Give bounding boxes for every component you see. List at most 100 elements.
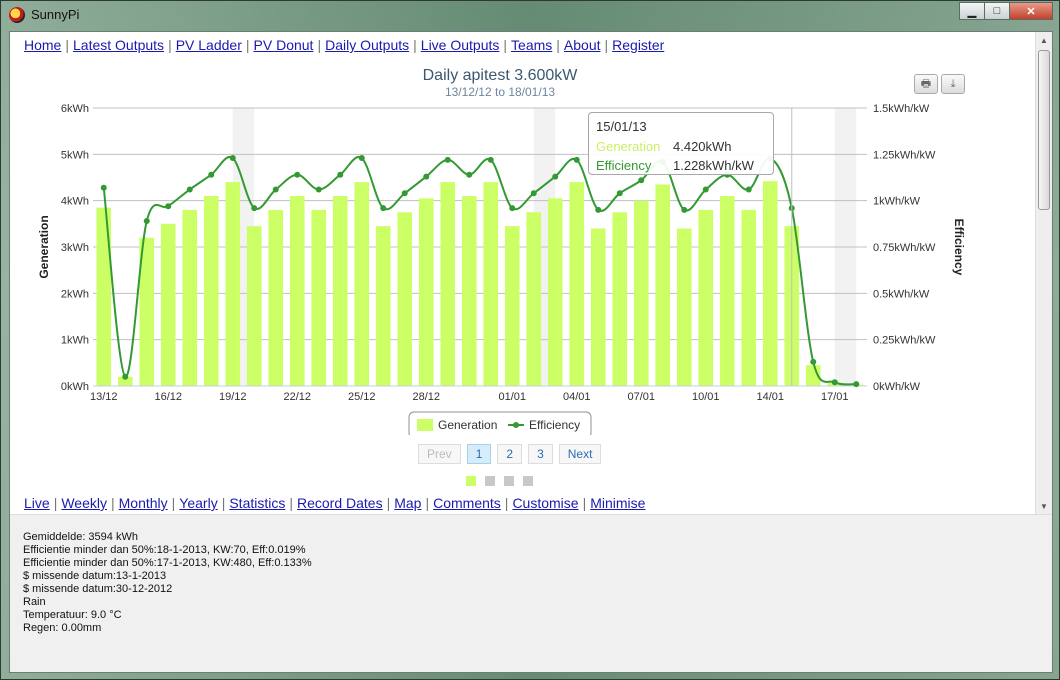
generation-bar xyxy=(655,184,671,386)
subnav-monthly[interactable]: Monthly xyxy=(119,495,168,511)
generation-bar xyxy=(225,182,241,386)
tooltip-generation-label: Generation xyxy=(596,139,661,154)
title-bar[interactable]: SunnyPi ▁ □ ✕ xyxy=(1,1,1059,29)
scroll-thumb[interactable] xyxy=(1038,50,1050,210)
efficiency-point xyxy=(681,206,688,213)
secondary-navigation: Live | Weekly | Monthly | Yearly | Statistics | Re… xyxy=(24,495,645,511)
minimize-icon[interactable]: ▁ xyxy=(959,2,985,20)
efficiency-point xyxy=(509,205,516,212)
efficiency-point xyxy=(831,379,838,386)
daily-output-chart: Daily apitest 3.600kW13/12/12 to 18/01/1… xyxy=(37,67,966,435)
generation-bar xyxy=(633,200,649,386)
tooltip-date: 15/01/13 xyxy=(596,119,647,134)
x-tick-label: 16/12 xyxy=(154,391,182,403)
nav-separator: | xyxy=(168,37,172,53)
pager-page-2[interactable]: 2 xyxy=(497,444,523,464)
x-tick-label: 01/01 xyxy=(498,391,526,403)
generation-bar xyxy=(741,209,757,386)
generation-bar xyxy=(612,212,628,386)
y2-tick-label: 1.5kWh/kW xyxy=(873,103,930,115)
slide-dot[interactable] xyxy=(466,476,476,486)
pager-page-3[interactable]: 3 xyxy=(528,444,553,464)
nav-separator: | xyxy=(556,37,560,53)
vertical-scrollbar[interactable]: ▲ ▼ xyxy=(1035,32,1052,514)
efficiency-point xyxy=(638,177,645,184)
generation-bar xyxy=(676,228,692,386)
pager-page-1[interactable]: 1 xyxy=(466,444,492,464)
subnav-map[interactable]: Map xyxy=(394,495,421,511)
x-tick-label: 25/12 xyxy=(348,391,376,403)
download-icon[interactable]: ⤓ xyxy=(941,74,965,94)
maximize-icon[interactable]: □ xyxy=(984,2,1010,20)
generation-bar xyxy=(762,181,778,386)
chart-title: Daily apitest 3.600kW xyxy=(423,67,579,84)
y-tick-label: 6kWh xyxy=(61,103,89,115)
subnav-statistics[interactable]: Statistics xyxy=(229,495,285,511)
legend-generation-label: Generation xyxy=(438,418,497,432)
subnav-weekly[interactable]: Weekly xyxy=(61,495,107,511)
nav-home[interactable]: Home xyxy=(24,37,61,53)
x-tick-label: 10/01 xyxy=(692,391,720,403)
y-tick-label: 0kWh xyxy=(61,381,89,393)
generation-bar xyxy=(182,209,198,386)
nav-register[interactable]: Register xyxy=(612,37,664,53)
subnav-minimise[interactable]: Minimise xyxy=(590,495,645,511)
x-tick-label: 19/12 xyxy=(219,391,247,403)
efficiency-point xyxy=(466,171,473,178)
y-tick-label: 1kWh xyxy=(61,335,89,347)
generation-bar xyxy=(504,226,520,386)
nav-separator: | xyxy=(386,495,391,511)
nav-pv-ladder[interactable]: PV Ladder xyxy=(176,37,242,53)
x-tick-label: 14/01 xyxy=(756,391,784,403)
pager-next-button[interactable]: Next xyxy=(558,444,602,464)
subnav-comments[interactable]: Comments xyxy=(433,495,501,511)
efficiency-point xyxy=(595,206,602,213)
nav-separator: | xyxy=(171,495,176,511)
x-tick-label: 13/12 xyxy=(90,391,118,403)
info-line: Rain xyxy=(23,596,46,608)
efficiency-point xyxy=(186,186,193,193)
nav-about[interactable]: About xyxy=(564,37,601,53)
nav-separator: | xyxy=(65,37,69,53)
generation-bar xyxy=(461,196,477,386)
scroll-down-icon[interactable]: ▼ xyxy=(1036,498,1052,514)
subnav-customise[interactable]: Customise xyxy=(512,495,578,511)
sunnypi-app-icon xyxy=(9,7,25,23)
generation-bar xyxy=(268,209,284,386)
x-tick-label: 04/01 xyxy=(563,391,591,403)
x-tick-label: 22/12 xyxy=(283,391,311,403)
slide-dot[interactable] xyxy=(485,476,495,486)
scroll-up-icon[interactable]: ▲ xyxy=(1036,32,1052,48)
slide-dot[interactable] xyxy=(523,476,533,486)
nav-latest-outputs[interactable]: Latest Outputs xyxy=(73,37,164,53)
nav-daily-outputs[interactable]: Daily Outputs xyxy=(325,37,409,53)
pager-prev-button[interactable]: Prev xyxy=(418,444,461,464)
nav-pv-donut[interactable]: PV Donut xyxy=(254,37,314,53)
generation-bar xyxy=(311,209,327,386)
generation-bar xyxy=(246,226,262,386)
nav-live-outputs[interactable]: Live Outputs xyxy=(421,37,500,53)
chart-tooltip: 15/01/13 Generation 4.420kWh Efficiency … xyxy=(588,112,774,175)
nav-separator: | xyxy=(604,37,609,53)
efficiency-point xyxy=(401,190,408,197)
close-icon[interactable]: ✕ xyxy=(1009,2,1053,20)
nav-teams[interactable]: Teams xyxy=(511,37,552,53)
app-window: SunnyPi ▁ □ ✕ Home | Latest Outputs | PV Lad… xyxy=(0,0,1060,680)
legend-efficiency-marker xyxy=(513,422,519,428)
print-icon[interactable]: 🖶 xyxy=(914,74,938,94)
efficiency-point xyxy=(315,186,322,193)
nav-separator: | xyxy=(425,495,430,511)
info-line: $ missende datum:13-1-2013 xyxy=(23,570,167,582)
slide-dot[interactable] xyxy=(504,476,514,486)
efficiency-point xyxy=(444,156,451,163)
efficiency-point xyxy=(487,156,494,163)
info-line: Efficientie minder dan 50%:18-1-2013, KW… xyxy=(23,544,306,556)
y-tick-label: 2kWh xyxy=(61,288,89,300)
efficiency-point xyxy=(552,173,559,180)
subnav-yearly[interactable]: Yearly xyxy=(179,495,217,511)
subnav-live[interactable]: Live xyxy=(24,495,50,511)
efficiency-point xyxy=(337,171,344,178)
chart-pager: Prev 1 2 3 Next xyxy=(418,444,602,464)
y2-tick-label: 0.75kWh/kW xyxy=(873,242,936,254)
subnav-record-dates[interactable]: Record Dates xyxy=(297,495,383,511)
